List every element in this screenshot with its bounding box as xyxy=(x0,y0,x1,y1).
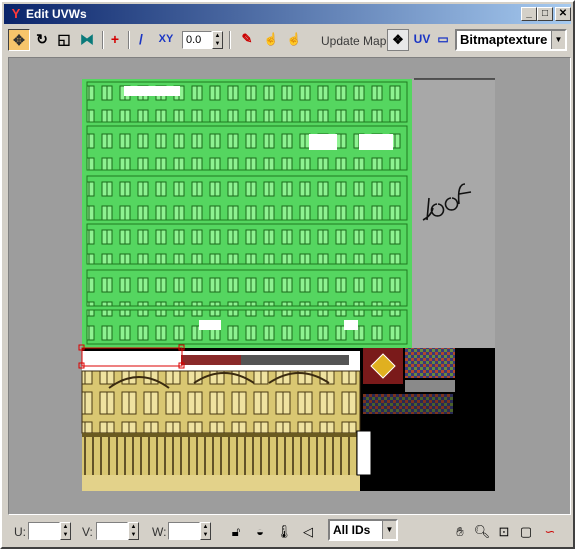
toolbar-separator xyxy=(102,31,104,49)
u-field[interactable] xyxy=(28,522,60,540)
rotate-icon: ↻ xyxy=(36,31,48,47)
hand-pointer-icon: ☝ xyxy=(286,32,302,46)
edit-uvws-window: Y Edit UVWs _ □ ✕ ✥ ↻ ◱ ⧓ + / XY 0.0 ▲▼ xyxy=(0,0,575,549)
mirror-icon: ⧓ xyxy=(80,31,94,47)
scale-icon: ◱ xyxy=(57,31,71,47)
window-title: Edit UVWs xyxy=(26,7,87,21)
ids-dropdown-value: All IDs xyxy=(333,523,371,537)
unpin-button[interactable]: ☝ xyxy=(284,29,304,51)
checker-sphere-icon: ❖ xyxy=(392,32,404,47)
chevron-down-icon: ▼ xyxy=(382,521,396,539)
ids-dropdown[interactable]: All IDs ▼ xyxy=(328,519,398,541)
max-app-icon: Y xyxy=(11,6,21,21)
pick-pin-button[interactable]: ✎ xyxy=(237,29,257,51)
snap-icon[interactable]: ∽ xyxy=(540,522,560,542)
w-field[interactable] xyxy=(168,522,200,540)
plus-icon: + xyxy=(110,31,120,47)
update-map-button[interactable]: Update Map xyxy=(321,34,386,48)
show-map-button[interactable]: ❖ xyxy=(387,29,409,51)
u-spinner[interactable]: ▲ ▼ xyxy=(60,522,71,540)
v-label: V: xyxy=(82,525,93,539)
w-spinner[interactable]: ▲ ▼ xyxy=(200,522,211,540)
move-tool-button[interactable]: ✥ xyxy=(8,29,30,51)
lock-icon[interactable]: 🔓︎ xyxy=(226,522,246,542)
properties-button[interactable]: ▭ xyxy=(435,29,451,51)
v-spinner[interactable]: ▲ ▼ xyxy=(128,522,139,540)
soft-selection-icon[interactable]: ◒ xyxy=(250,522,270,542)
zoom-icon[interactable]: 🔍︎ xyxy=(472,522,492,542)
window-icon: ▭ xyxy=(437,32,449,46)
xy-label: XY xyxy=(158,33,174,45)
paint-select-button[interactable]: ☝ xyxy=(261,29,281,51)
move-icon: ✥ xyxy=(13,32,25,48)
uv-label: UV xyxy=(413,32,431,46)
hand-pointer-icon: ☝ xyxy=(263,32,279,46)
zoom-extents-icon[interactable]: ▢ xyxy=(516,522,536,542)
minimize-button[interactable]: _ xyxy=(521,7,537,21)
toolbar-separator xyxy=(229,31,231,49)
map-dropdown[interactable]: Bitmaptexture ▼ xyxy=(455,29,567,51)
mirror-tool-button[interactable]: ⧓ xyxy=(76,29,98,51)
toolbar-separator xyxy=(128,31,130,49)
freeform-tool-button[interactable]: / xyxy=(132,29,150,51)
close-button[interactable]: ✕ xyxy=(555,7,571,21)
uv-editor-viewport[interactable]: roof xyxy=(8,57,571,515)
spinner-arrows[interactable]: ▲ ▼ xyxy=(212,31,223,49)
chevron-down-icon: ▼ xyxy=(551,31,565,49)
maximize-button[interactable]: □ xyxy=(537,7,553,21)
line-icon: / xyxy=(139,31,143,47)
zoom-region-icon[interactable]: ⊡ xyxy=(494,522,514,542)
w-label: W: xyxy=(152,525,167,539)
uv-toolbar: ✥ ↻ ◱ ⧓ + / XY 0.0 ▲ ▼ ✎ ☝ ☝ Update Map … xyxy=(4,26,571,54)
xy-toggle-button[interactable]: XY xyxy=(154,29,178,51)
pan-cross-tool-button[interactable]: + xyxy=(106,29,124,51)
lower-texture-region[interactable] xyxy=(81,348,495,491)
map-dropdown-value: Bitmaptexture xyxy=(460,32,548,47)
title-bar: Y Edit UVWs _ □ ✕ xyxy=(4,4,571,24)
uv-toggle-button[interactable]: UV xyxy=(412,29,432,51)
status-bar: U: ▲ ▼ V: ▲ ▼ W: ▲ ▼ 🔓︎ ◒ 🌡︎ ◁ All IDs ▼ ✋︎… xyxy=(4,517,571,547)
falloff-icon[interactable]: ◁ xyxy=(298,522,318,542)
thermometer-icon[interactable]: 🌡︎ xyxy=(274,522,294,542)
pin-icon: ✎ xyxy=(241,31,253,46)
u-label: U: xyxy=(14,525,26,539)
spinner-value-field[interactable]: 0.0 xyxy=(182,31,212,49)
pan-hand-icon[interactable]: ✋︎ xyxy=(450,522,470,542)
uv-canvas[interactable]: roof xyxy=(9,58,570,514)
scale-tool-button[interactable]: ◱ xyxy=(54,29,74,51)
rotate-tool-button[interactable]: ↻ xyxy=(32,29,52,51)
v-field[interactable] xyxy=(96,522,128,540)
